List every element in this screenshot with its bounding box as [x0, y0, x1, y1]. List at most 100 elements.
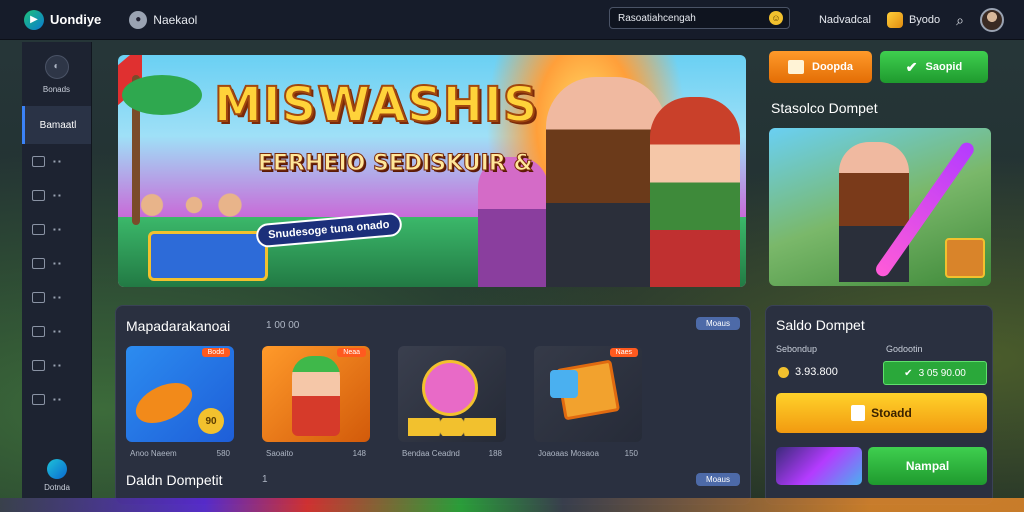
- document-icon: [851, 405, 866, 421]
- hero-subtitle: EERHEIO SEDISKUIR &: [258, 151, 534, 177]
- controller-icon: [32, 155, 45, 167]
- game-card-label: Saoaito 148: [262, 449, 370, 458]
- side-hero-illustration: [839, 142, 909, 282]
- wallet-amount: 3.93.800: [778, 366, 838, 378]
- skull-face-illustration: [550, 370, 578, 398]
- sidebar-top[interactable]: ◐ Bonads: [22, 42, 91, 106]
- game-card-name: Anoo Naeem: [130, 449, 177, 458]
- user-circle-icon: ◐: [44, 54, 69, 79]
- games-panel-count: 1 00 00: [266, 320, 300, 331]
- section2-more-button[interactable]: Moaus: [695, 473, 740, 486]
- wallet-value-field[interactable]: ✔ 3 05 90.00: [883, 361, 987, 385]
- games-panel-title: Mapadarakanoai: [126, 318, 231, 334]
- coin-icon: [886, 12, 903, 28]
- sidebar-item-gift[interactable]: ▪ ▪: [22, 382, 91, 416]
- check-icon: ✔: [904, 367, 913, 379]
- wallet-promo-image[interactable]: [776, 447, 862, 485]
- hero-banner[interactable]: MISWASHIS EERHEIO SEDISKUIR & Snudesoge …: [118, 55, 746, 287]
- game-card[interactable]: Bodd 90 Anoo Naeem 580: [126, 346, 234, 458]
- sidebar-item-camera[interactable]: ▪ ▪: [22, 280, 91, 314]
- sidebar-item-clock[interactable]: ▪ ▪: [22, 314, 91, 348]
- game-card-badge: Naes: [609, 348, 638, 357]
- game-card[interactable]: Naes Joaoaas Mosaoa 150: [534, 346, 642, 458]
- sidebar-dots: ▪ ▪: [53, 394, 61, 404]
- game-card-name: Joaoaas Mosaoa: [538, 449, 599, 458]
- game-card-value: 580: [216, 449, 230, 458]
- camera-icon: [32, 291, 45, 303]
- game-card-badge: Bodd: [201, 348, 230, 357]
- shield-icon: [32, 257, 45, 269]
- sidebar-bottom[interactable]: Dotnda: [22, 459, 92, 492]
- coin-icon: 90: [198, 408, 224, 434]
- hero-title: MISWASHIS: [213, 76, 539, 134]
- sidebar-item-grid[interactable]: ▪ ▪: [22, 212, 91, 246]
- side-banner[interactable]: [769, 128, 991, 286]
- sidebar-dots: ▪ ▪: [53, 156, 61, 166]
- section2-title: Daldn Dompetit: [126, 472, 223, 488]
- game-card[interactable]: Bendaa Ceadnd 188: [398, 346, 506, 458]
- coins-illustration: [408, 418, 496, 436]
- window-icon: [32, 189, 45, 201]
- search-value: Rasoatiahcengah: [618, 12, 696, 24]
- game-card-image: Bodd 90: [126, 346, 234, 442]
- search-input[interactable]: Rasoatiahcengah ☺: [609, 7, 790, 29]
- game-card-image: [398, 346, 506, 442]
- app-logo[interactable]: ▶ Uondiye: [24, 9, 102, 30]
- gift-icon: [32, 393, 45, 405]
- sidebar-top-label: Bonads: [42, 84, 71, 94]
- wallet-primary-button-label: Stoadd: [871, 406, 912, 420]
- hero-man-illustration: [546, 77, 666, 287]
- game-card-image: Neaa: [262, 346, 370, 442]
- game-card-value: 150: [624, 449, 638, 458]
- game-card-name: Saoaito: [266, 449, 294, 458]
- section2-count: 1: [262, 474, 268, 485]
- wallet-title: Saldo Dompet: [776, 317, 865, 333]
- sidebar-item-controller[interactable]: ▪ ▪: [22, 144, 91, 178]
- palm-leaves: [122, 75, 202, 115]
- search-icon[interactable]: ⌕: [956, 12, 964, 29]
- wallet-icon: [788, 60, 805, 74]
- game-card[interactable]: Neaa Saoaito 148: [262, 346, 370, 458]
- globe-icon: ●: [129, 10, 148, 29]
- shoe-illustration: [129, 374, 199, 432]
- logo-text: Uondiye: [50, 12, 102, 27]
- hero-woman-illustration: [650, 97, 740, 287]
- wallet-secondary-button[interactable]: Nampal: [868, 447, 987, 485]
- emoji-icon[interactable]: ☺: [769, 11, 783, 25]
- topup-button[interactable]: Doopda: [769, 51, 872, 83]
- game-card-value: 188: [488, 449, 502, 458]
- brand-secondary-text: Naekaol: [153, 12, 198, 27]
- sidebar-dots: ▪ ▪: [53, 326, 61, 336]
- chat-icon: [32, 359, 45, 371]
- wallet-label-right: Godootin: [886, 344, 923, 354]
- play-logo-icon: ▶: [24, 9, 44, 30]
- sidebar-item-window[interactable]: ▪ ▪: [22, 178, 91, 212]
- avatar[interactable]: [980, 8, 1004, 32]
- sidebar-item-shield[interactable]: ▪ ▪: [22, 246, 91, 280]
- side-banner-title: Stasolco Dompet: [771, 100, 878, 116]
- sidebar-bottom-label: Dotnda: [44, 483, 70, 492]
- game-card-label: Bendaa Ceadnd 188: [398, 449, 506, 458]
- game-card-image: Naes: [534, 346, 642, 442]
- games-panel-more-button[interactable]: Moaus: [695, 317, 740, 330]
- game-card-value: 148: [352, 449, 366, 458]
- sidebar: ◐ Bonads Bamaatl ▪ ▪ ▪ ▪ ▪ ▪ ▪ ▪ ▪ ▪ ▪ ▪…: [22, 42, 92, 498]
- wallet-primary-button[interactable]: Stoadd: [776, 393, 987, 433]
- sidebar-item-chat[interactable]: ▪ ▪: [22, 348, 91, 382]
- sidebar-dots: ▪ ▪: [53, 292, 61, 302]
- coin-icon: [778, 366, 789, 378]
- wallet-secondary-button-label: Nampal: [905, 459, 950, 473]
- game-card-name: Bendaa Ceadnd: [402, 449, 460, 458]
- sidebar-item-active[interactable]: Bamaatl: [22, 106, 91, 144]
- hero-girl-illustration: [478, 157, 548, 287]
- confirm-button-label: Saopid: [925, 61, 963, 73]
- brand-secondary[interactable]: ● Naekaol: [129, 10, 198, 29]
- games-panel: Mapadarakanoai 1 00 00 Moaus Bodd 90 Ano…: [115, 305, 751, 505]
- hero-machine-illustration: [148, 231, 268, 281]
- sidebar-dots: ▪ ▪: [53, 190, 61, 200]
- sidebar-dots: ▪ ▪: [53, 224, 61, 234]
- nav-link-2[interactable]: Byodo: [886, 12, 940, 28]
- nav-link-1[interactable]: Nadvadcal: [819, 14, 871, 26]
- wallet-value-text: 3 05 90.00: [918, 367, 966, 379]
- confirm-button[interactable]: ✔ Saopid: [880, 51, 988, 83]
